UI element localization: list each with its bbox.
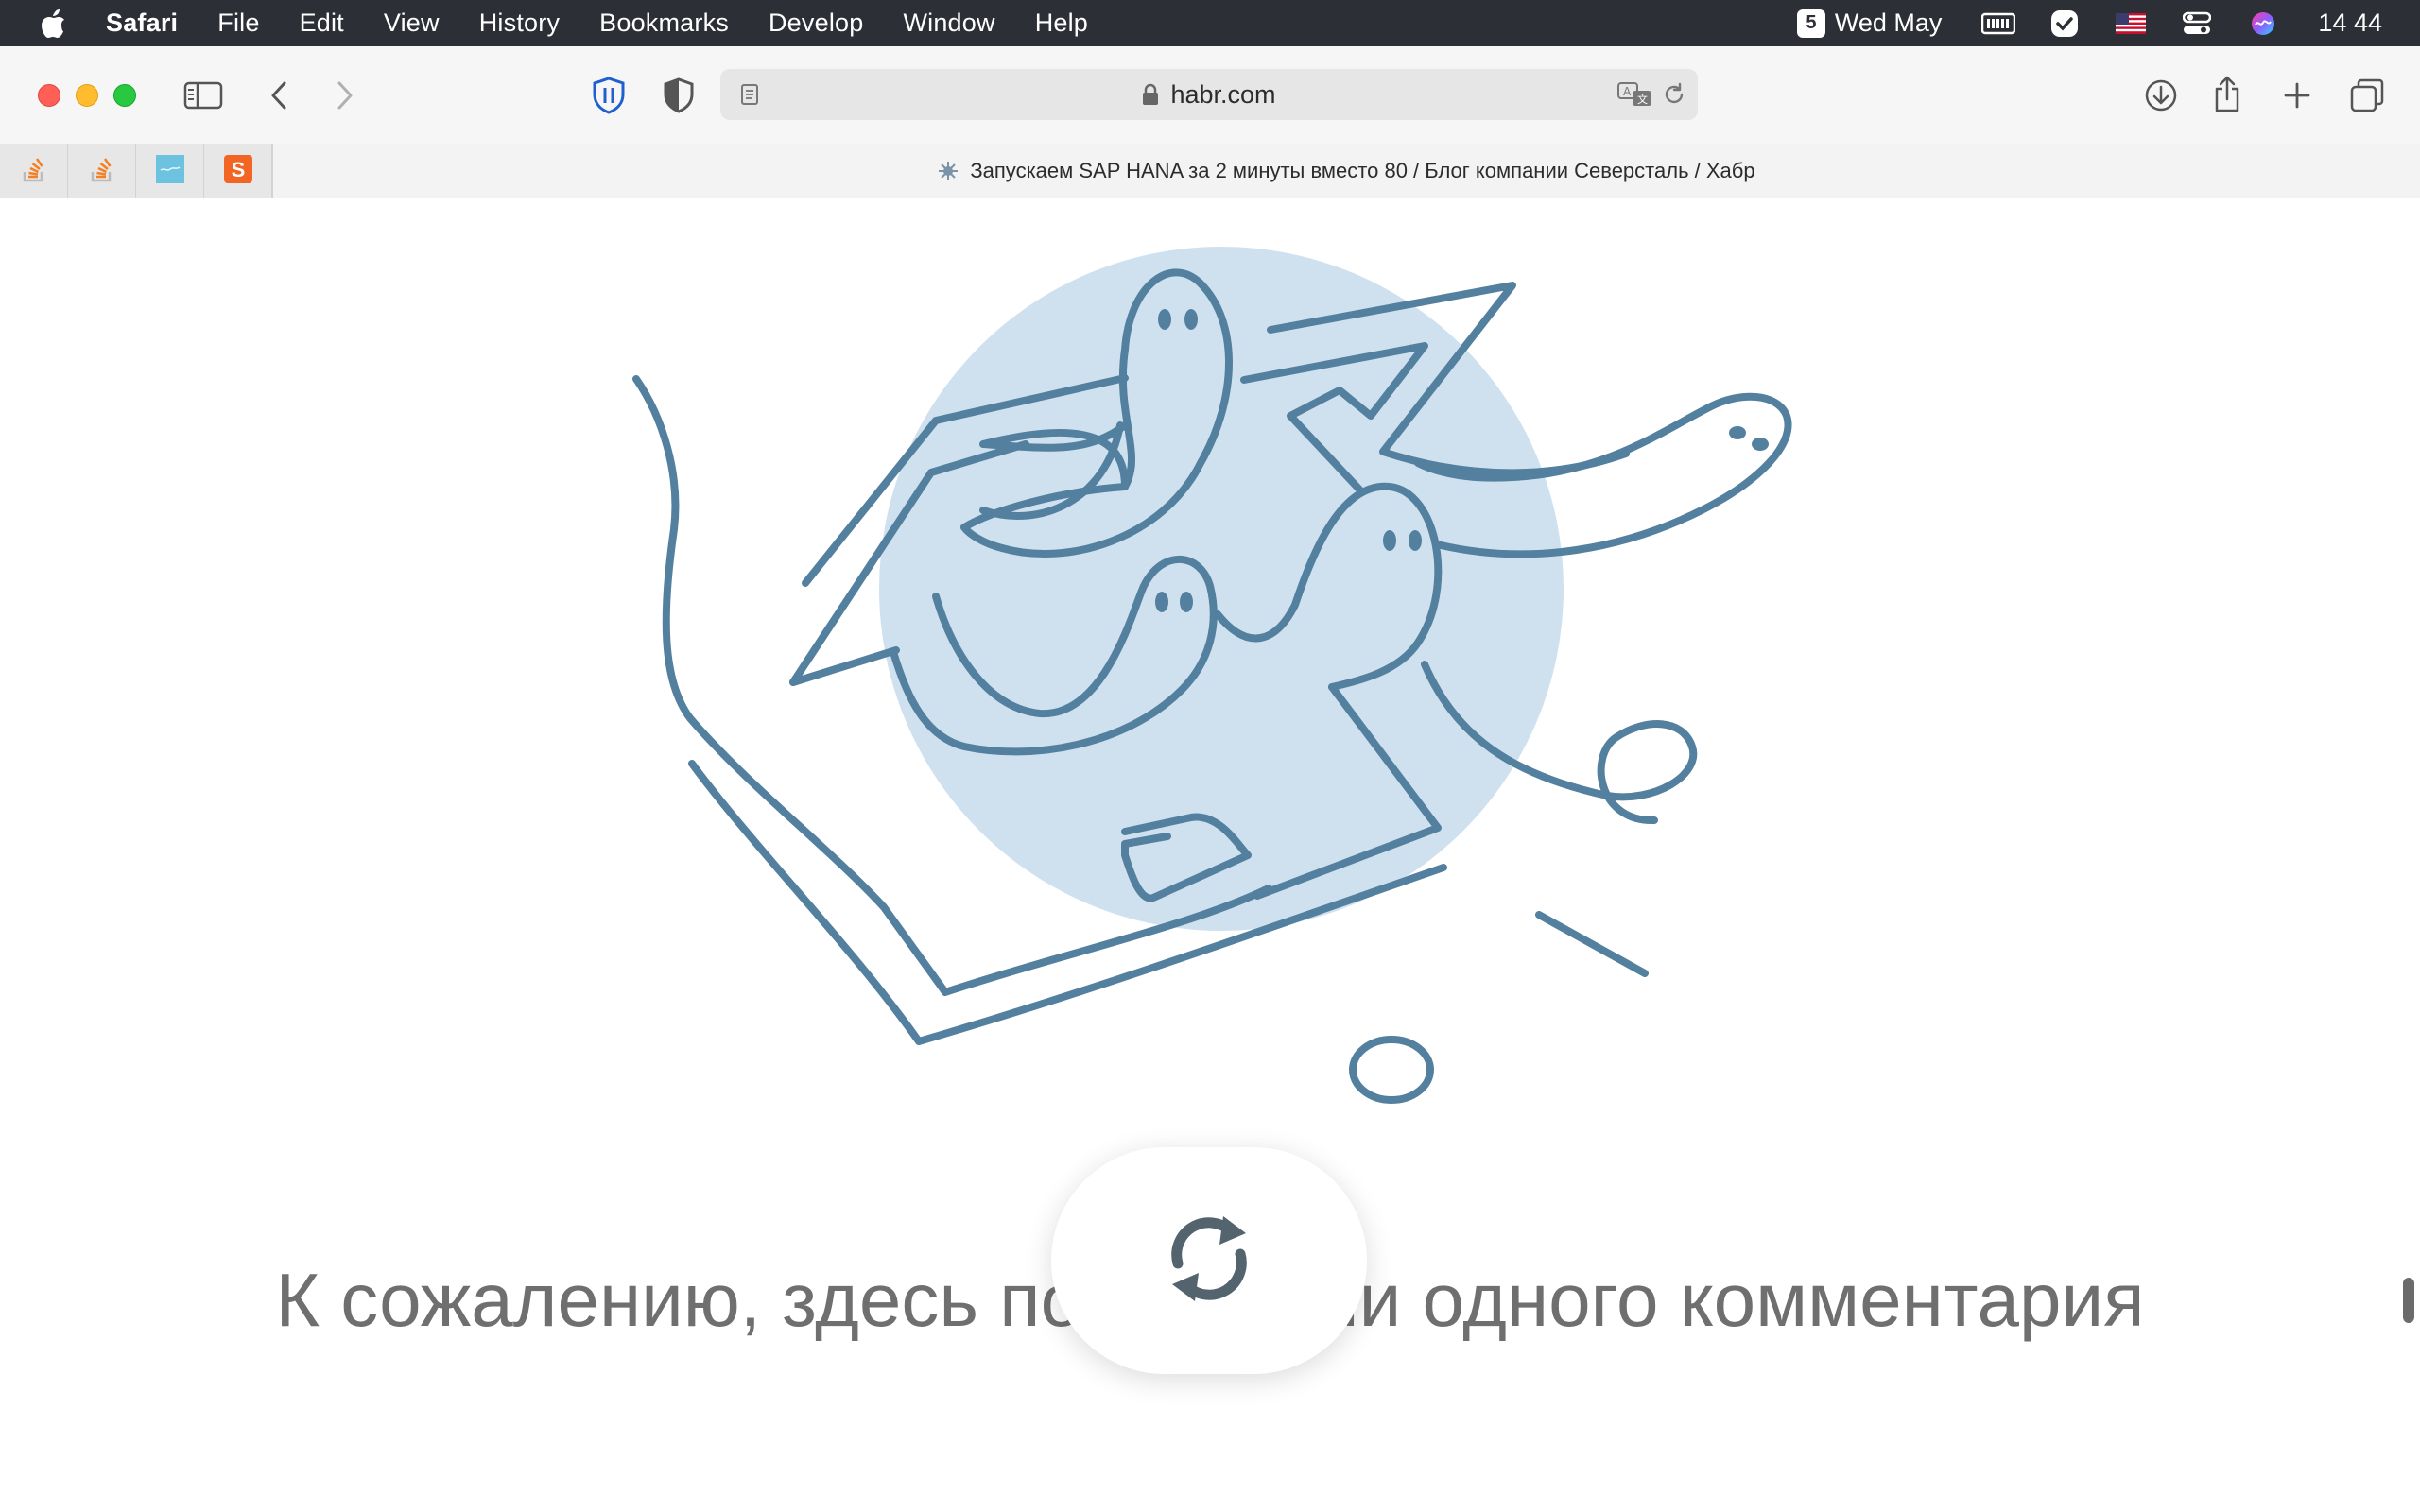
close-window-button[interactable] bbox=[38, 84, 60, 107]
download-icon[interactable] bbox=[2142, 75, 2180, 116]
zoom-window-button[interactable] bbox=[113, 84, 136, 107]
menu-bookmarks[interactable]: Bookmarks bbox=[599, 9, 729, 38]
stackoverflow-favicon bbox=[22, 156, 46, 187]
tab-overview-icon[interactable] bbox=[2346, 75, 2388, 116]
sidebar-toggle-icon[interactable] bbox=[182, 77, 225, 114]
calendar-badge[interactable]: 5 bbox=[1796, 9, 1825, 38]
translate-icon[interactable]: A文 bbox=[1616, 80, 1654, 109]
address-bar[interactable]: habr.com A文 bbox=[720, 69, 1698, 120]
vertical-scrollbar-thumb[interactable] bbox=[2403, 1278, 2414, 1323]
active-tab[interactable]: Запускаем SAP HANA за 2 минуты вместо 80… bbox=[272, 144, 2420, 198]
menu-app-safari[interactable]: Safari bbox=[106, 9, 178, 38]
active-tab-title: Запускаем SAP HANA за 2 минуты вместо 80… bbox=[970, 159, 1755, 182]
pinned-tab-1[interactable] bbox=[0, 144, 68, 198]
menu-bar: Safari File Edit View History Bookmarks … bbox=[0, 0, 2420, 46]
habr-favicon bbox=[938, 161, 959, 181]
menu-help[interactable]: Help bbox=[1035, 9, 1088, 38]
blue-app-favicon bbox=[155, 154, 184, 188]
bitwarden-shield-icon[interactable] bbox=[590, 75, 628, 116]
menubar-date[interactable]: Wed May bbox=[1835, 9, 1943, 38]
share-icon[interactable] bbox=[2208, 71, 2246, 116]
keyboard-icon[interactable] bbox=[1979, 9, 2017, 38]
svg-text:文: 文 bbox=[1637, 93, 1648, 106]
tab-bar: S Запускаем SAP HANA за 2 минуты вместо … bbox=[0, 144, 2420, 198]
ghosts-illustration bbox=[632, 247, 1792, 1104]
page-content: К сожалению, здесь пока нет ни одного ко… bbox=[0, 198, 2420, 1512]
control-center-icon[interactable] bbox=[2178, 9, 2216, 38]
menu-history[interactable]: History bbox=[479, 9, 560, 38]
reload-icon[interactable] bbox=[1660, 80, 1688, 109]
refresh-button[interactable] bbox=[1051, 1147, 1367, 1374]
url-text[interactable]: habr.com bbox=[1170, 80, 1275, 110]
new-tab-plus-icon[interactable] bbox=[2278, 77, 2316, 114]
menubar-clock[interactable]: 14 44 bbox=[2318, 9, 2382, 38]
forward-chevron-icon[interactable] bbox=[331, 77, 359, 114]
pinned-tab-4[interactable]: S bbox=[204, 144, 272, 198]
menu-file[interactable]: File bbox=[217, 9, 259, 38]
apple-icon[interactable] bbox=[40, 9, 68, 39]
menu-edit[interactable]: Edit bbox=[300, 9, 344, 38]
refresh-arrows-icon bbox=[1157, 1207, 1261, 1315]
minimize-window-button[interactable] bbox=[76, 84, 98, 107]
checkmark-app-icon[interactable] bbox=[2046, 9, 2083, 38]
stackoverflow-favicon bbox=[90, 156, 114, 187]
safari-toolbar: habr.com A文 bbox=[0, 46, 2420, 144]
pinned-tab-3[interactable] bbox=[136, 144, 204, 198]
menu-develop[interactable]: Develop bbox=[769, 9, 863, 38]
siri-icon[interactable] bbox=[2244, 9, 2282, 38]
s-logo-favicon: S bbox=[223, 154, 252, 188]
us-flag-icon[interactable] bbox=[2112, 9, 2150, 38]
lock-icon bbox=[1142, 83, 1161, 106]
privacy-shield-icon[interactable] bbox=[660, 75, 698, 116]
pinned-tab-2[interactable] bbox=[68, 144, 136, 198]
menu-view[interactable]: View bbox=[384, 9, 440, 38]
menu-window[interactable]: Window bbox=[903, 9, 994, 38]
back-chevron-icon[interactable] bbox=[265, 77, 293, 114]
svg-text:A: A bbox=[1623, 85, 1632, 98]
svg-text:S: S bbox=[231, 158, 245, 181]
